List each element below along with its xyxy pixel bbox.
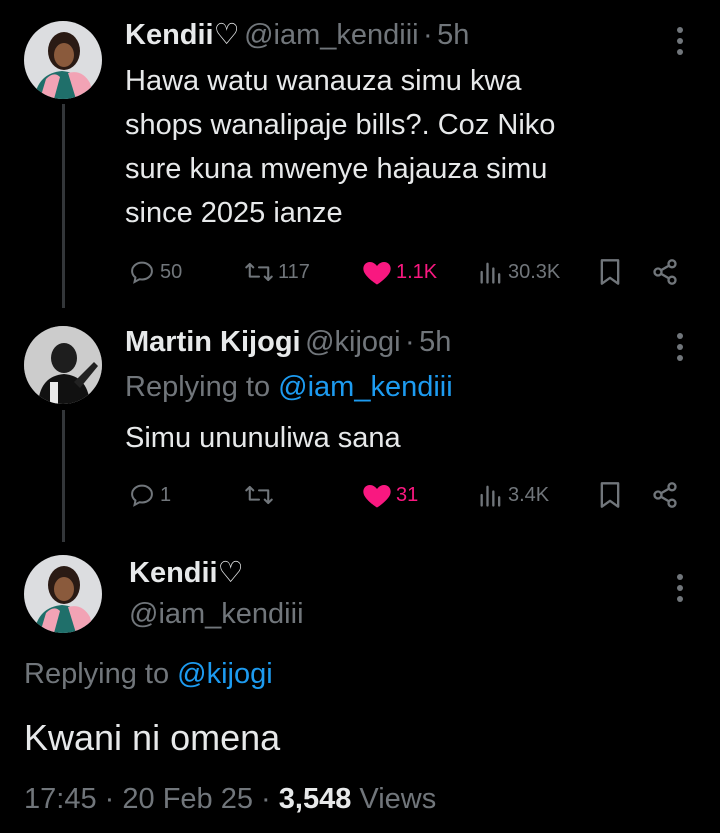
main-tweet-name[interactable]: Kendii♡ bbox=[129, 556, 244, 595]
bookmark-button[interactable] bbox=[598, 481, 622, 514]
post-date[interactable]: 20 Feb 25 bbox=[122, 783, 253, 815]
martin-avatar-image bbox=[24, 326, 102, 404]
views-button[interactable]: 3.4K bbox=[478, 481, 549, 509]
timestamp[interactable]: 5h bbox=[437, 19, 469, 51]
reply-button[interactable]: 1 bbox=[128, 481, 171, 509]
share-button[interactable] bbox=[651, 481, 679, 514]
like-button[interactable]: 31 bbox=[362, 481, 418, 509]
like-button[interactable]: 1.1K bbox=[362, 258, 437, 286]
replying-to-handle[interactable]: @iam_kendiii bbox=[278, 371, 453, 403]
tweet-text: Hawa watu wanauza simu kwa shops wanalip… bbox=[125, 59, 555, 235]
more-options-icon[interactable] bbox=[677, 27, 683, 60]
display-name[interactable]: Kendii♡ bbox=[129, 557, 244, 589]
bookmark-button[interactable] bbox=[598, 258, 622, 291]
username[interactable]: @iam_kendiii bbox=[244, 19, 419, 51]
views-count: 3,548 bbox=[278, 783, 352, 815]
separator-dot: · bbox=[423, 19, 433, 51]
views-count: 30.3K bbox=[508, 260, 561, 283]
timestamp[interactable]: 5h bbox=[419, 326, 451, 358]
retweet-button[interactable]: 117 bbox=[244, 258, 310, 286]
reply-count: 1 bbox=[160, 483, 172, 506]
share-icon bbox=[653, 259, 677, 285]
views-label: Views bbox=[359, 783, 437, 815]
views-count: 3.4K bbox=[508, 483, 550, 506]
replying-to: Replying to @iam_kendiii bbox=[125, 370, 453, 404]
share-button[interactable] bbox=[651, 258, 679, 291]
retweet-count: 117 bbox=[278, 260, 310, 283]
kendii-avatar-image bbox=[24, 21, 102, 99]
replying-to-label: Replying to bbox=[24, 658, 170, 690]
reply-button[interactable]: 50 bbox=[128, 258, 182, 286]
more-options-icon[interactable] bbox=[677, 574, 683, 607]
like-count: 31 bbox=[396, 483, 419, 506]
replying-to: Replying to @kijogi bbox=[24, 657, 273, 691]
username[interactable]: @kijogi bbox=[305, 326, 401, 358]
tweet-metadata: 17:45 · 20 Feb 25 · 3,548 Views bbox=[24, 782, 436, 816]
tweet-text-line: since 2025 ianze bbox=[125, 197, 343, 229]
replying-to-handle[interactable]: @kijogi bbox=[177, 658, 273, 690]
analytics-icon bbox=[480, 262, 501, 284]
reply-icon bbox=[131, 484, 153, 507]
thread-line bbox=[62, 104, 65, 308]
share-icon bbox=[653, 482, 677, 508]
kendii-avatar-image bbox=[24, 555, 102, 633]
tweet-text: Simu ununuliwa sana bbox=[125, 422, 401, 454]
display-name[interactable]: Martin Kijogi bbox=[125, 326, 301, 358]
tweet-header: Kendii♡ @iam_kendiii · 5h bbox=[125, 18, 469, 57]
bookmark-icon bbox=[600, 259, 620, 285]
username[interactable]: @iam_kendiii bbox=[129, 598, 304, 630]
views-button[interactable]: 30.3K bbox=[478, 258, 560, 286]
replying-to-label: Replying to bbox=[125, 371, 271, 403]
tweet-text-line: sure kuna mwenye hajauza simu bbox=[125, 153, 548, 185]
post-time[interactable]: 17:45 bbox=[24, 783, 97, 815]
reply-icon bbox=[131, 261, 153, 284]
tweet-text-line: Hawa watu wanauza simu kwa bbox=[125, 65, 522, 97]
thread-line bbox=[62, 410, 65, 542]
display-name[interactable]: Kendii♡ bbox=[125, 19, 240, 51]
analytics-icon bbox=[480, 485, 501, 507]
heart-filled-icon bbox=[363, 262, 391, 285]
main-tweet-text: Kwani ni omena bbox=[24, 717, 281, 758]
retweet-button[interactable] bbox=[244, 481, 278, 509]
like-count: 1.1K bbox=[396, 260, 438, 283]
avatar[interactable] bbox=[24, 326, 102, 404]
bookmark-icon bbox=[600, 482, 620, 508]
avatar[interactable] bbox=[24, 555, 102, 633]
main-tweet-handle[interactable]: @iam_kendiii bbox=[129, 597, 304, 636]
tweet-text-line: shops wanalipaje bills?. Coz Niko bbox=[125, 109, 556, 141]
retweet-icon bbox=[245, 485, 273, 505]
separator-dot: · bbox=[104, 783, 115, 815]
avatar[interactable] bbox=[24, 21, 102, 99]
separator-dot: · bbox=[405, 326, 415, 358]
retweet-icon bbox=[245, 262, 273, 282]
separator-dot: · bbox=[261, 783, 271, 815]
tweet-header: Martin Kijogi @kijogi · 5h bbox=[125, 325, 451, 364]
more-options-icon[interactable] bbox=[677, 333, 683, 366]
reply-count: 50 bbox=[160, 260, 183, 283]
heart-filled-icon bbox=[363, 485, 391, 508]
